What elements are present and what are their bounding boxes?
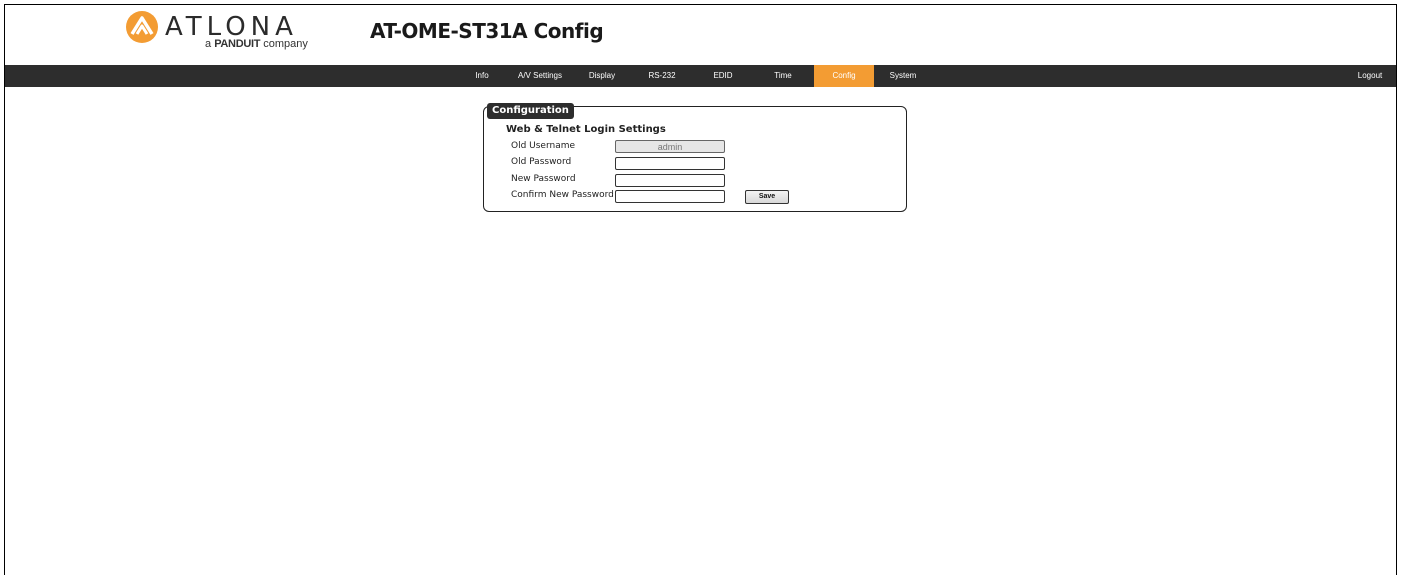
atlona-logo: ATLONA a PANDUIT company <box>125 10 308 50</box>
new-password-label: New Password <box>511 174 576 184</box>
tagline-brand: PANDUIT <box>214 38 261 50</box>
logout-link[interactable]: Logout <box>1350 65 1390 87</box>
page-title: AT-OME-ST31A Config <box>370 19 604 43</box>
old-username-input <box>615 140 725 153</box>
atlona-logo-icon <box>126 11 158 43</box>
nav-item-config[interactable]: Config <box>814 65 874 87</box>
section-title: Web & Telnet Login Settings <box>506 124 666 135</box>
old-username-label: Old Username <box>511 141 576 151</box>
page-frame <box>4 4 1397 575</box>
panel-legend: Configuration <box>487 103 574 119</box>
nav-item-time[interactable]: Time <box>760 65 806 87</box>
tagline-suffix: company <box>263 38 308 50</box>
new-password-input[interactable] <box>615 174 725 187</box>
top-nav-bar: Info A/V Settings Display RS-232 EDID Ti… <box>5 65 1396 87</box>
nav-item-edid[interactable]: EDID <box>700 65 746 87</box>
confirm-password-label: Confirm New Password <box>511 190 614 200</box>
nav-item-rs232[interactable]: RS-232 <box>637 65 687 87</box>
nav-item-system[interactable]: System <box>878 65 928 87</box>
save-button[interactable]: Save <box>745 190 789 204</box>
configuration-panel: Configuration Web & Telnet Login Setting… <box>483 103 907 212</box>
logo-tagline: a PANDUIT company <box>205 38 308 50</box>
nav-item-info[interactable]: Info <box>462 65 502 87</box>
nav-item-av-settings[interactable]: A/V Settings <box>508 65 572 87</box>
nav-item-display[interactable]: Display <box>577 65 627 87</box>
confirm-password-input[interactable] <box>615 190 725 203</box>
tagline-prefix: a <box>205 38 212 50</box>
old-password-input[interactable] <box>615 157 725 170</box>
old-password-label: Old Password <box>511 157 572 167</box>
